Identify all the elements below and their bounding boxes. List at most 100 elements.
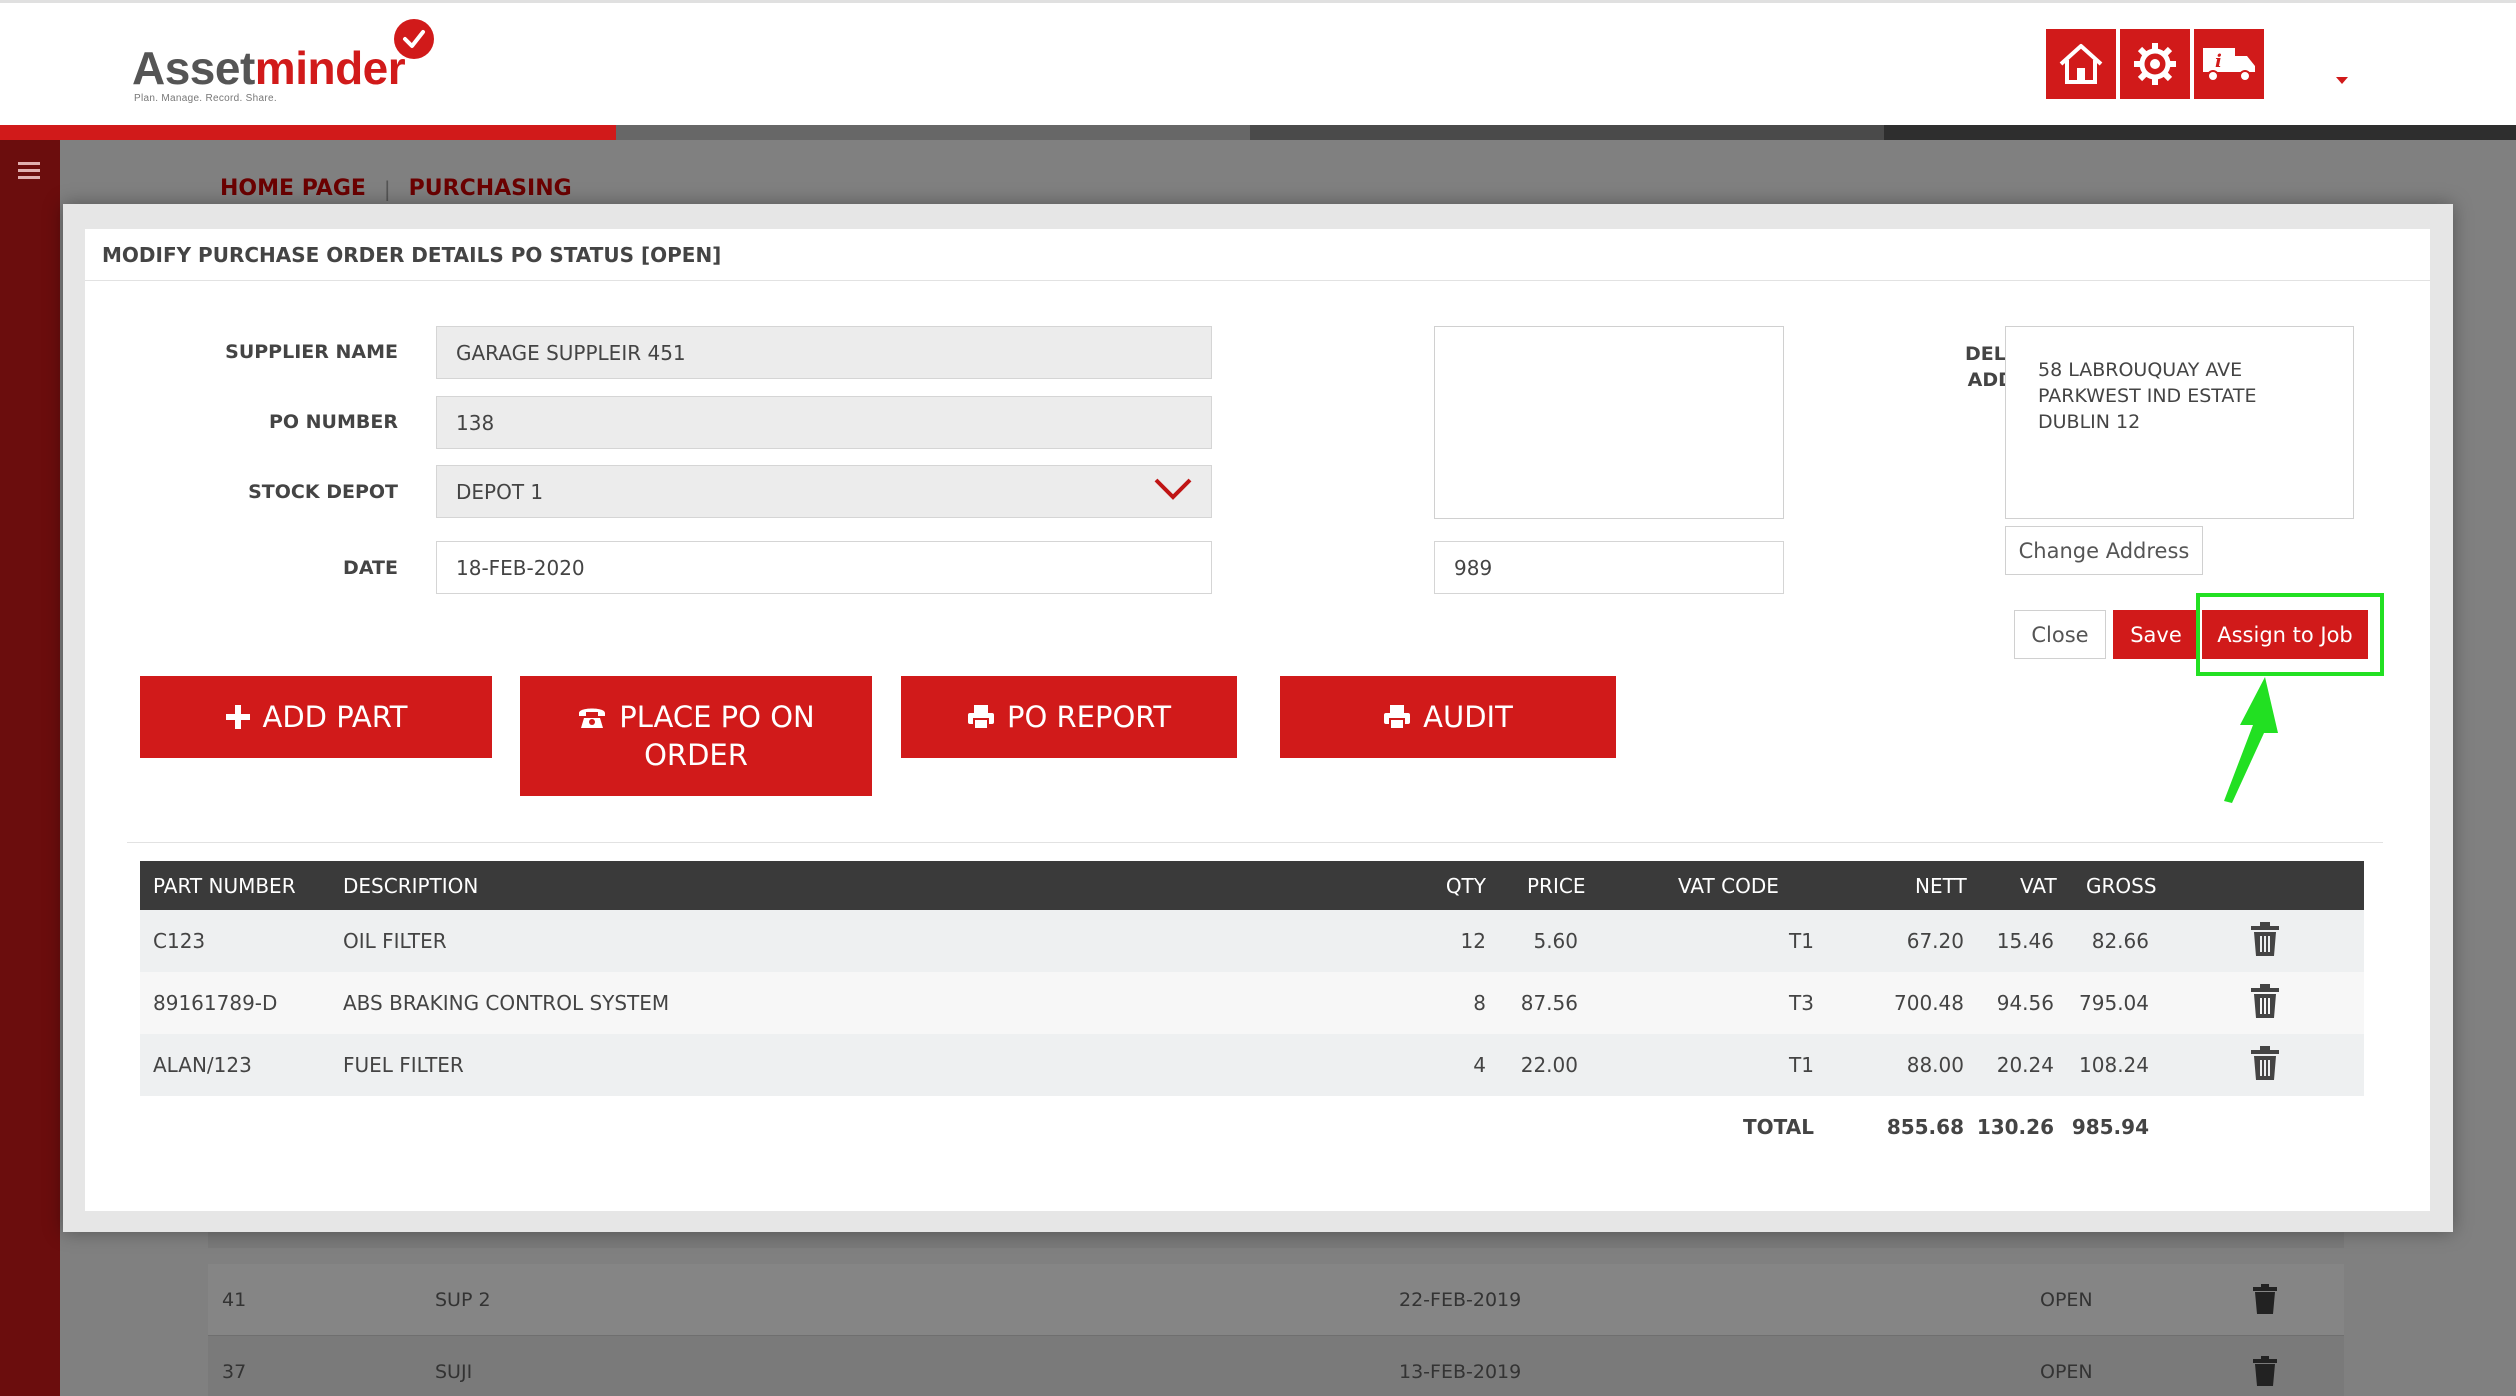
po-number-label: PO NUMBER bbox=[268, 411, 398, 433]
modal-title: MODIFY PURCHASE ORDER DETAILS PO STATUS … bbox=[85, 229, 2430, 281]
save-button[interactable]: Save bbox=[2113, 610, 2199, 659]
audit-button[interactable]: AUDIT bbox=[1280, 676, 1616, 758]
bg-row-supplier: SUJI bbox=[435, 1360, 473, 1383]
col-price: PRICE bbox=[1527, 873, 1586, 898]
vat-code-cell: T3 bbox=[1789, 991, 1814, 1015]
table-row[interactable]: ALAN/123 FUEL FILTER 4 22.00 T1 88.00 20… bbox=[140, 1034, 2364, 1096]
place-po-on-order-button[interactable]: PLACE PO ON ORDER bbox=[520, 676, 872, 796]
date-field[interactable]: 18-FEB-2020 bbox=[436, 541, 1212, 594]
vat-code-cell: T1 bbox=[1789, 929, 1814, 953]
pointer-arrow-icon bbox=[2224, 677, 2278, 803]
left-sidebar bbox=[0, 140, 60, 1396]
col-vat-code: VAT CODE bbox=[1678, 873, 1779, 898]
gross-cell: 82.66 bbox=[2091, 929, 2149, 953]
add-part-button[interactable]: ADD PART bbox=[140, 676, 492, 758]
settings-gear-icon[interactable] bbox=[2120, 29, 2190, 99]
gross-cell: 795.04 bbox=[2079, 991, 2149, 1015]
logo-wordmark: Assetminder bbox=[132, 42, 406, 94]
assetminder-logo[interactable]: Assetminder Plan. Manage. Record. Share. bbox=[132, 19, 434, 104]
header-color-strip bbox=[0, 125, 2516, 140]
po-report-button[interactable]: PO REPORT bbox=[901, 676, 1237, 758]
logo-checkmark-icon bbox=[394, 19, 434, 59]
col-gross: GROSS bbox=[2086, 873, 2157, 898]
bg-row-status: OPEN bbox=[2040, 1360, 2093, 1383]
background-row[interactable]: 37 SUJI 13-FEB-2019 OPEN bbox=[208, 1336, 2344, 1396]
qty-cell: 8 bbox=[1473, 991, 1486, 1015]
bg-row-date: 22-FEB-2019 bbox=[1399, 1288, 1522, 1311]
telephone-icon bbox=[577, 705, 607, 729]
change-address-button[interactable]: Change Address bbox=[2005, 526, 2203, 575]
total-vat: 130.26 bbox=[1976, 1115, 2054, 1139]
parts-table-header: PART NUMBER DESCRIPTION QTY PRICE VAT CO… bbox=[140, 861, 2364, 910]
bg-row-id: 41 bbox=[222, 1288, 247, 1311]
date-label: DATE bbox=[343, 557, 398, 579]
vat-cell: 94.56 bbox=[1996, 991, 2054, 1015]
col-vat: VAT bbox=[2020, 873, 2057, 898]
total-nett: 855.68 bbox=[1886, 1115, 1964, 1139]
part-number-cell: ALAN/123 bbox=[153, 1053, 252, 1077]
stock-depot-label: STOCK DEPOT bbox=[248, 481, 398, 503]
chevron-down-icon bbox=[1154, 478, 1192, 500]
background-row[interactable]: 41 SUP 2 22-FEB-2019 OPEN bbox=[208, 1264, 2344, 1336]
nett-cell: 700.48 bbox=[1894, 991, 1964, 1015]
table-row[interactable]: 89161789-D ABS BRAKING CONTROL SYSTEM 8 … bbox=[140, 972, 2364, 1034]
breadcrumb: HOME PAGE | PURCHASING bbox=[220, 176, 572, 201]
col-description: DESCRIPTION bbox=[343, 873, 479, 898]
hamburger-menu-icon[interactable] bbox=[18, 162, 40, 183]
price-cell: 87.56 bbox=[1520, 991, 1578, 1015]
plus-icon bbox=[225, 704, 251, 730]
printer-icon bbox=[967, 704, 995, 730]
total-label: TOTAL bbox=[1743, 1115, 1814, 1139]
bg-row-supplier: SUP 2 bbox=[435, 1288, 491, 1311]
truck-info-icon[interactable]: i bbox=[2194, 29, 2264, 99]
col-part-number: PART NUMBER bbox=[153, 873, 296, 898]
nett-cell: 67.20 bbox=[1906, 929, 1964, 953]
delivery-address-box[interactable]: 58 LABROUQUAY AVE PARKWEST IND ESTATE DU… bbox=[2005, 326, 2354, 519]
qty-cell: 4 bbox=[1473, 1053, 1486, 1077]
bg-row-status: OPEN bbox=[2040, 1288, 2093, 1311]
breadcrumb-purchasing-link[interactable]: PURCHASING bbox=[409, 176, 572, 201]
qty-cell: 12 bbox=[1460, 929, 1486, 953]
svg-text:i: i bbox=[2215, 51, 2222, 72]
part-number-cell: 89161789-D bbox=[153, 991, 278, 1015]
parts-table: PART NUMBER DESCRIPTION QTY PRICE VAT CO… bbox=[140, 861, 2364, 1158]
totals-row: TOTAL 855.68 130.26 985.94 bbox=[140, 1096, 2364, 1158]
delete-row-icon[interactable] bbox=[2250, 1046, 2280, 1080]
reference-field[interactable]: 989 bbox=[1434, 541, 1784, 594]
col-nett: NETT bbox=[1915, 873, 1967, 898]
bg-delete-icon[interactable] bbox=[2252, 1284, 2278, 1314]
nett-cell: 88.00 bbox=[1906, 1053, 1964, 1077]
stock-depot-select[interactable]: DEPOT 1 bbox=[436, 465, 1212, 518]
top-header: Assetminder Plan. Manage. Record. Share.… bbox=[0, 0, 2516, 125]
part-number-cell: C123 bbox=[153, 929, 206, 953]
vat-code-cell: T1 bbox=[1789, 1053, 1814, 1077]
supplier-name-label: SUPPLIER NAME bbox=[225, 341, 398, 363]
gross-cell: 108.24 bbox=[2079, 1053, 2149, 1077]
vat-cell: 15.46 bbox=[1996, 929, 2054, 953]
breadcrumb-home-link[interactable]: HOME PAGE bbox=[220, 176, 366, 201]
delete-row-icon[interactable] bbox=[2250, 984, 2280, 1018]
col-qty: QTY bbox=[1445, 873, 1486, 898]
bg-row-id: 37 bbox=[222, 1360, 247, 1383]
description-cell: OIL FILTER bbox=[343, 929, 447, 953]
description-cell: ABS BRAKING CONTROL SYSTEM bbox=[343, 991, 670, 1015]
assign-to-job-highlight bbox=[2196, 593, 2384, 676]
background-po-table: 41 SUP 2 22-FEB-2019 OPEN 37 SUJI 13-FEB… bbox=[208, 1264, 2344, 1396]
vat-cell: 20.24 bbox=[1996, 1053, 2054, 1077]
total-gross: 985.94 bbox=[2071, 1115, 2149, 1139]
close-button[interactable]: Close bbox=[2014, 610, 2106, 659]
home-icon[interactable] bbox=[2046, 29, 2116, 99]
printer-icon bbox=[1383, 704, 1411, 730]
section-divider bbox=[127, 842, 2383, 843]
bg-row-date: 13-FEB-2019 bbox=[1399, 1360, 1522, 1383]
notes-textarea[interactable] bbox=[1434, 326, 1784, 519]
table-row[interactable]: C123 OIL FILTER 12 5.60 T1 67.20 15.46 8… bbox=[140, 910, 2364, 972]
price-cell: 22.00 bbox=[1520, 1053, 1578, 1077]
delete-row-icon[interactable] bbox=[2250, 922, 2280, 956]
po-number-field[interactable]: 138 bbox=[436, 396, 1212, 449]
user-menu-caret-icon[interactable] bbox=[2336, 77, 2348, 84]
price-cell: 5.60 bbox=[1533, 929, 1578, 953]
bg-delete-icon[interactable] bbox=[2252, 1356, 2278, 1386]
description-cell: FUEL FILTER bbox=[343, 1053, 464, 1077]
supplier-name-field[interactable]: GARAGE SUPPLEIR 451 bbox=[436, 326, 1212, 379]
